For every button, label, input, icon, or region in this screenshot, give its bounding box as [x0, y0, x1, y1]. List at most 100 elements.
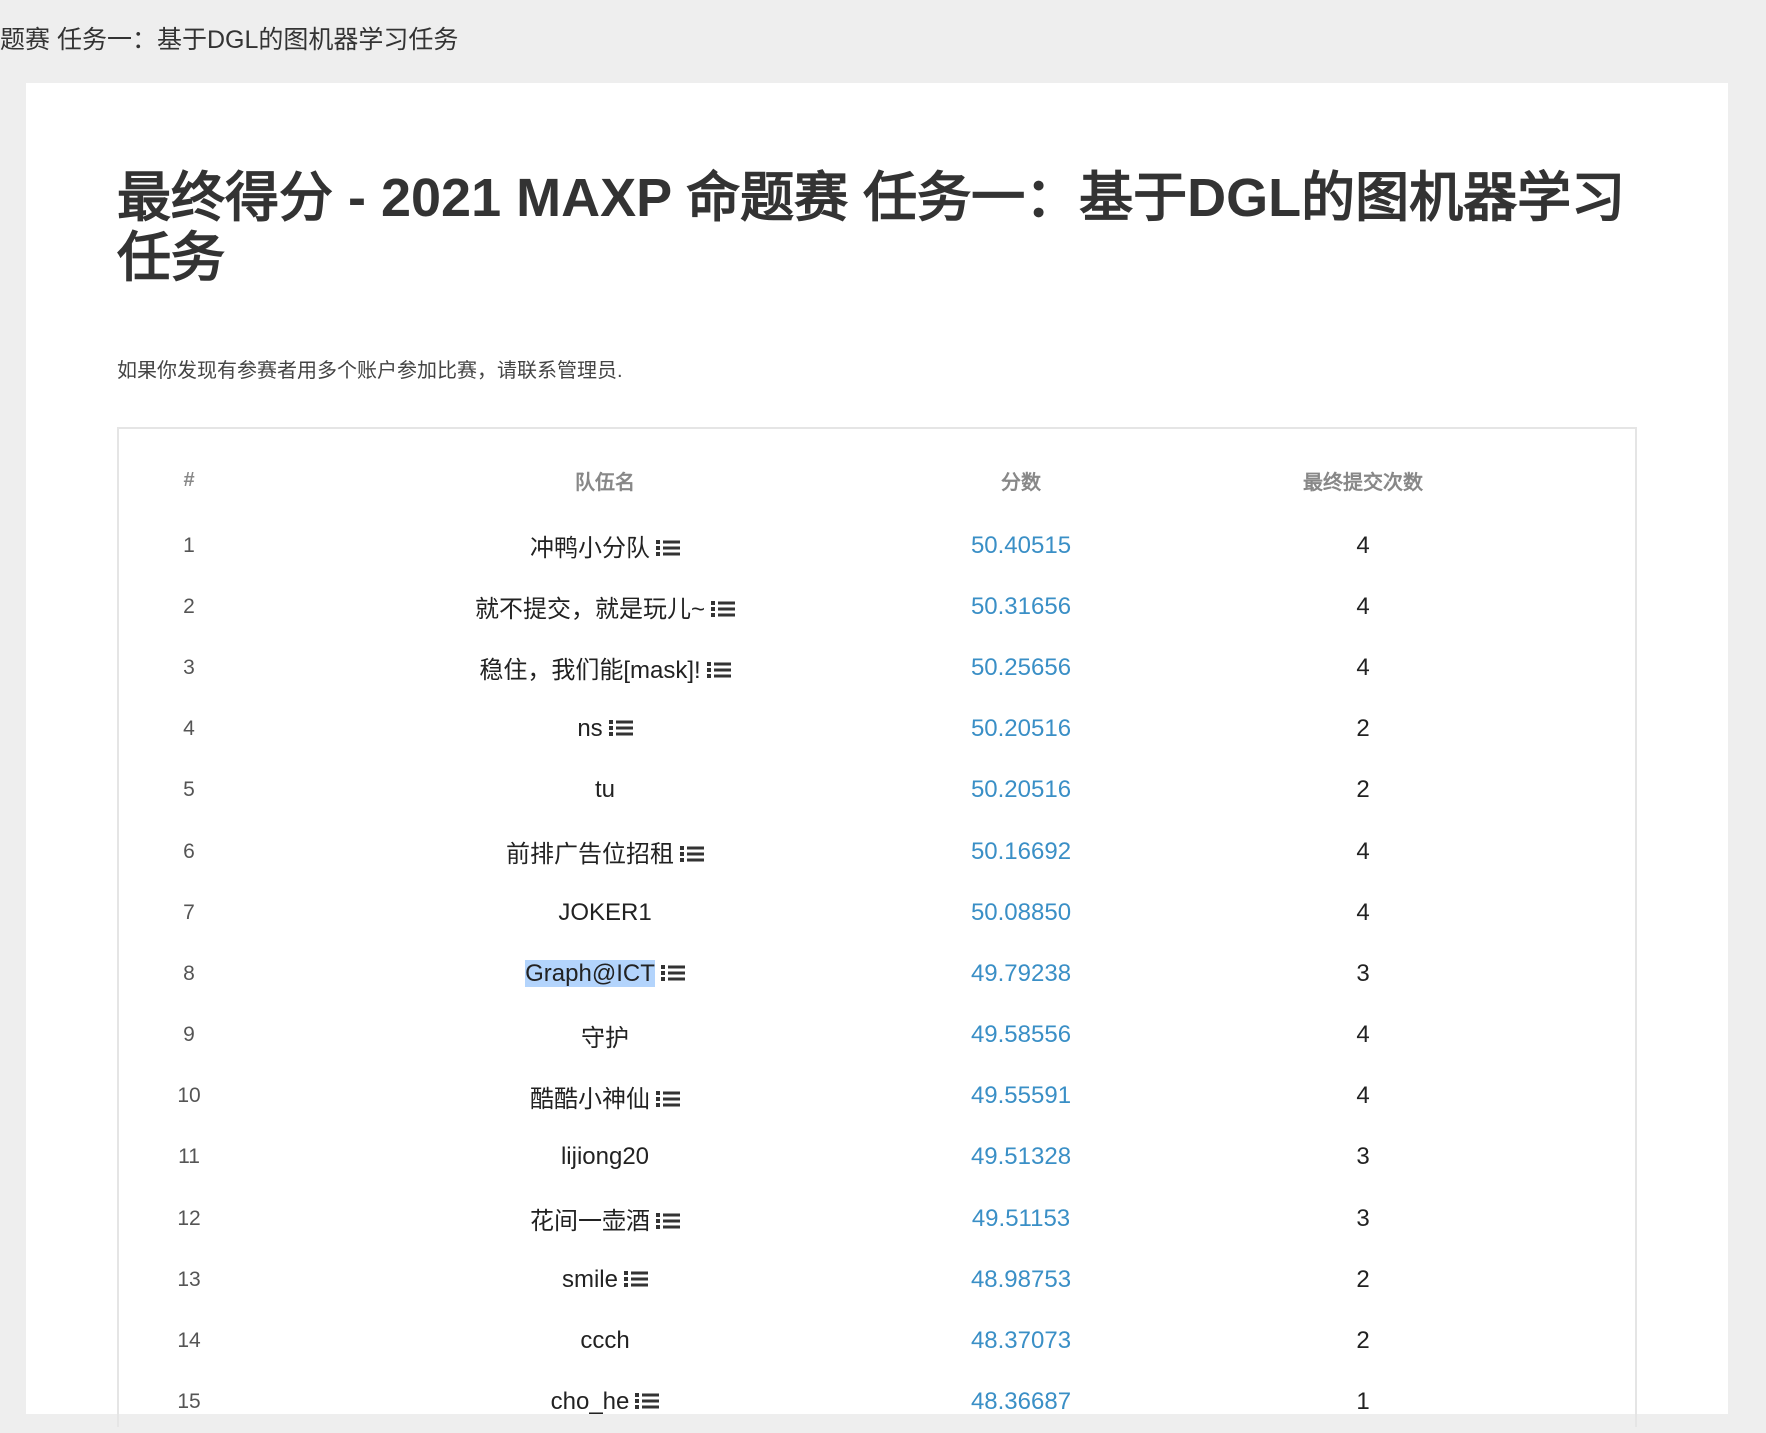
rank: 12 [177, 1206, 201, 1230]
score-link[interactable]: 50.20516 [951, 760, 1091, 821]
rank: 3 [183, 655, 195, 679]
team-name: lijiong20 [560, 1143, 650, 1171]
leaderboard-table: # 队伍名 分数 最终提交次数 1 冲鸭小分队 50.40515 42 就不提交… [119, 429, 1635, 1433]
list-icon[interactable] [656, 1209, 680, 1230]
rank: 15 [177, 1390, 201, 1414]
table-row: 3 稳住，我们能[mask]! 50.25656 4 [119, 637, 1635, 698]
team-cell: 前排广告位招租 [259, 821, 951, 882]
rank: 7 [183, 900, 195, 924]
submission-count: 2 [1356, 1265, 1370, 1293]
team-cell: JOKER1 [259, 882, 951, 943]
team-cell: tu [259, 760, 951, 821]
table-row: 6 前排广告位招租 50.16692 4 [119, 821, 1635, 882]
rank: 2 [183, 594, 195, 618]
score-link[interactable]: 49.51328 [951, 1127, 1091, 1188]
table-row: 7 JOKER1 50.08850 4 [119, 882, 1635, 943]
rank: 14 [177, 1329, 201, 1353]
score-link[interactable]: 50.20516 [951, 699, 1091, 760]
table-row: 8 Graph@ICT 49.79238 3 [119, 943, 1635, 1004]
list-icon[interactable] [706, 658, 731, 679]
score-link[interactable]: 49.55591 [951, 1066, 1091, 1127]
browser-title-bar: 题赛 任务一：基于DGL的图机器学习任务 [0, 0, 1766, 83]
list-icon[interactable] [624, 1267, 648, 1287]
team-cell: smile [259, 1249, 951, 1310]
team-name: ns [577, 715, 603, 743]
team-name: tu [594, 776, 615, 804]
table-row: 12 花间一壶酒 49.51153 3 [119, 1188, 1635, 1249]
list-icon[interactable] [635, 1389, 660, 1410]
team-name: 花间一壶酒 [530, 1208, 650, 1236]
rank: 13 [177, 1267, 201, 1291]
table-row: 13 smile 48.98753 2 [119, 1249, 1635, 1310]
submission-count: 3 [1356, 959, 1370, 987]
submission-count: 4 [1356, 837, 1370, 865]
table-row: 5 tu 50.20516 2 [119, 760, 1635, 821]
list-icon[interactable] [680, 842, 704, 863]
table-row: 11 lijiong20 49.51328 3 [119, 1127, 1635, 1188]
list-icon[interactable] [660, 961, 685, 981]
submission-count: 3 [1356, 1204, 1370, 1232]
submission-count: 4 [1356, 531, 1370, 559]
score-link[interactable]: 49.51153 [951, 1188, 1091, 1249]
list-icon[interactable] [656, 1087, 680, 1107]
score-link[interactable]: 48.36687 [951, 1372, 1091, 1433]
header-rank: # [183, 468, 195, 491]
team-cell: 酷酷小神仙 [259, 1066, 951, 1127]
submission-count: 4 [1356, 592, 1370, 620]
submission-count: 2 [1356, 1327, 1370, 1355]
score-link[interactable]: 50.40515 [951, 515, 1091, 576]
team-name: smile [561, 1265, 618, 1293]
team-name: 冲鸭小分队 [530, 535, 650, 563]
rank: 11 [178, 1145, 200, 1169]
team-name: 稳住，我们能[mask]! [479, 657, 701, 685]
submission-count: 4 [1356, 1082, 1370, 1110]
score-link[interactable]: 50.16692 [951, 821, 1091, 882]
team-cell: lijiong20 [259, 1127, 951, 1188]
team-cell: 花间一壶酒 [259, 1188, 951, 1249]
score-link[interactable]: 49.79238 [951, 943, 1091, 1004]
team-cell: Graph@ICT [259, 943, 951, 1004]
table-row: 15 cho_he 48.36687 1 [119, 1372, 1635, 1433]
rank: 9 [183, 1023, 195, 1047]
submission-count: 3 [1356, 1143, 1370, 1171]
submission-count: 4 [1356, 1021, 1370, 1049]
submission-count: 1 [1356, 1388, 1370, 1416]
content-card: 最终得分 - 2021 MAXP 命题赛 任务一：基于DGL的图机器学习任务 如… [26, 83, 1728, 1427]
score-link[interactable]: 49.58556 [951, 1005, 1091, 1066]
score-link[interactable]: 50.08850 [951, 882, 1091, 943]
team-name: 守护 [581, 1024, 629, 1052]
leaderboard-table-container: # 队伍名 分数 最终提交次数 1 冲鸭小分队 50.40515 42 就不提交… [117, 427, 1637, 1427]
team-name: JOKER1 [558, 898, 652, 926]
team-cell: 就不提交，就是玩儿~ [259, 576, 951, 637]
page-title: 最终得分 - 2021 MAXP 命题赛 任务一：基于DGL的图机器学习任务 [117, 168, 1626, 288]
team-cell: 守护 [259, 1005, 951, 1066]
score-link[interactable]: 48.37073 [951, 1310, 1091, 1371]
team-cell: 稳住，我们能[mask]! [259, 637, 951, 698]
rank: 5 [183, 778, 195, 802]
rank: 4 [183, 717, 195, 741]
submission-count: 2 [1356, 715, 1370, 743]
rank: 6 [183, 839, 195, 863]
notice-text: 如果你发现有参赛者用多个账户参加比赛，请联系管理员. [117, 360, 623, 382]
score-link[interactable]: 50.25656 [951, 637, 1091, 698]
list-icon[interactable] [656, 536, 680, 557]
team-cell: ccch [259, 1310, 951, 1371]
score-link[interactable]: 50.31656 [951, 576, 1091, 637]
header-score: 分数 [1001, 471, 1041, 494]
table-row: 14 ccch 48.37073 2 [119, 1310, 1635, 1371]
rank: 10 [177, 1084, 201, 1108]
team-name: Graph@ICT [525, 959, 655, 987]
browser-tab-title: 题赛 任务一：基于DGL的图机器学习任务 [0, 26, 459, 54]
table-row: 1 冲鸭小分队 50.40515 4 [119, 515, 1635, 576]
table-row: 2 就不提交，就是玩儿~ 50.31656 4 [119, 576, 1635, 637]
team-cell: cho_he [259, 1372, 951, 1433]
list-icon[interactable] [711, 597, 735, 618]
header-team: 队伍名 [575, 471, 635, 494]
team-cell: ns [259, 699, 951, 760]
table-row: 10 酷酷小神仙 49.55591 4 [119, 1066, 1635, 1127]
team-name: ccch [580, 1327, 630, 1355]
team-name: 酷酷小神仙 [530, 1085, 650, 1113]
score-link[interactable]: 48.98753 [951, 1249, 1091, 1310]
table-row: 4 ns 50.20516 2 [119, 699, 1635, 760]
list-icon[interactable] [608, 716, 633, 737]
